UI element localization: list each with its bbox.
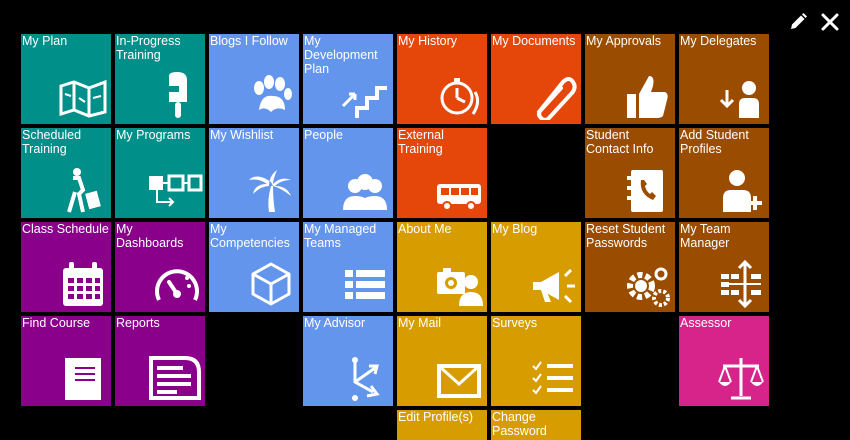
- tile-my-team-manager[interactable]: My Team Manager: [679, 222, 769, 312]
- calendar-icon: [59, 260, 107, 308]
- camera-person-icon: [435, 260, 483, 308]
- palm-tree-icon: [247, 166, 295, 214]
- tile-change-password[interactable]: Change Password: [491, 410, 581, 440]
- gauge-icon: [153, 260, 201, 308]
- tile-label: My Blog: [492, 222, 538, 236]
- tile-label: My Wishlist: [210, 128, 274, 142]
- tile-about-me[interactable]: About Me: [397, 222, 487, 312]
- stopwatch-icon: [435, 72, 483, 120]
- tile-external-training[interactable]: External Training: [397, 128, 487, 218]
- tile-label: Surveys: [492, 316, 538, 330]
- tile-my-wishlist[interactable]: My Wishlist: [209, 128, 299, 218]
- tile-label: Class Schedule: [22, 222, 109, 236]
- tile-my-development-plan[interactable]: My Development Plan: [303, 34, 393, 124]
- paw-icon: [247, 72, 295, 120]
- tile-label: Student Contact Info: [586, 128, 654, 156]
- report-icon: [147, 354, 203, 402]
- tile-my-delegates[interactable]: My Delegates: [679, 34, 769, 124]
- tile-label: Reset Student Passwords: [586, 222, 666, 250]
- tile-label: In-Progress Training: [116, 34, 181, 62]
- tile-my-mail[interactable]: My Mail: [397, 316, 487, 406]
- tile-label: Reports: [116, 316, 160, 330]
- tile-my-history[interactable]: My History: [397, 34, 487, 124]
- tile-label: Change Password: [492, 410, 547, 438]
- tile-label: Edit Profile(s): [398, 410, 474, 424]
- tile-my-programs[interactable]: My Programs: [115, 128, 205, 218]
- close-button[interactable]: [820, 12, 840, 32]
- cube-icon: [247, 260, 295, 308]
- tile-in-progress-training[interactable]: In-Progress Training: [115, 34, 205, 124]
- people-icon: [341, 166, 389, 214]
- map-icon: [59, 72, 107, 120]
- phonebook-icon: [623, 166, 671, 214]
- fork-arrow-icon: [341, 354, 389, 402]
- tile-find-course[interactable]: Find Course: [21, 316, 111, 406]
- checklist-icon: [529, 354, 577, 402]
- envelope-icon: [435, 354, 483, 402]
- tile-label: Add Student Profiles: [680, 128, 749, 156]
- tile-label: People: [304, 128, 343, 142]
- bus-icon: [435, 166, 483, 214]
- tile-label: Assessor: [680, 316, 732, 330]
- tile-my-approvals[interactable]: My Approvals: [585, 34, 675, 124]
- tile-my-advisor[interactable]: My Advisor: [303, 316, 393, 406]
- tile-assessor[interactable]: Assessor: [679, 316, 769, 406]
- scales-icon: [717, 354, 765, 402]
- tile-my-dashboards[interactable]: My Dashboards: [115, 222, 205, 312]
- tile-label: My Plan: [22, 34, 68, 48]
- tile-scheduled-training[interactable]: Scheduled Training: [21, 128, 111, 218]
- delegate-user-icon: [717, 72, 765, 120]
- tile-reset-student-passwords[interactable]: Reset Student Passwords: [585, 222, 675, 312]
- workflow-icon: [147, 166, 203, 214]
- tile-my-managed-teams[interactable]: My Managed Teams: [303, 222, 393, 312]
- tile-my-documents[interactable]: My Documents: [491, 34, 581, 124]
- tile-my-plan[interactable]: My Plan: [21, 34, 111, 124]
- thumbs-up-icon: [623, 72, 671, 120]
- tile-label: My Team Manager: [680, 222, 731, 250]
- traveler-icon: [59, 166, 107, 214]
- tile-label: My Approvals: [586, 34, 662, 48]
- tile-label: External Training: [398, 128, 444, 156]
- tile-label: Blogs I Follow: [210, 34, 288, 48]
- tile-student-contact-info[interactable]: Student Contact Info: [585, 128, 675, 218]
- edit-button[interactable]: [788, 12, 808, 32]
- tile-label: My Delegates: [680, 34, 757, 48]
- tile-label: My Mail: [398, 316, 442, 330]
- tile-my-competencies[interactable]: My Competencies: [209, 222, 299, 312]
- tile-label: About Me: [398, 222, 452, 236]
- tile-label: My Development Plan: [304, 34, 378, 76]
- stairs-icon: [341, 72, 389, 120]
- tile-add-student-profiles[interactable]: Add Student Profiles: [679, 128, 769, 218]
- tile-my-blog[interactable]: My Blog: [491, 222, 581, 312]
- add-user-icon: [717, 166, 765, 214]
- close-icon: [821, 13, 839, 31]
- megaphone-icon: [529, 260, 577, 308]
- tile-label: My Documents: [492, 34, 576, 48]
- tile-label: My Managed Teams: [304, 222, 377, 250]
- tile-label: My Competencies: [210, 222, 290, 250]
- paperclip-icon: [529, 72, 577, 120]
- tile-label: Scheduled Training: [22, 128, 82, 156]
- tile-reports[interactable]: Reports: [115, 316, 205, 406]
- pencil-icon: [791, 13, 807, 29]
- tile-label: My Dashboards: [116, 222, 184, 250]
- tile-surveys[interactable]: Surveys: [491, 316, 581, 406]
- tile-blogs-i-follow[interactable]: Blogs I Follow: [209, 34, 299, 124]
- tile-class-schedule[interactable]: Class Schedule: [21, 222, 111, 312]
- tile-label: Find Course: [22, 316, 91, 330]
- tile-label: My Advisor: [304, 316, 366, 330]
- list-icon: [341, 260, 389, 308]
- tile-label: My Programs: [116, 128, 191, 142]
- tile-edit-profiles[interactable]: Edit Profile(s): [397, 410, 487, 440]
- tile-label: My History: [398, 34, 458, 48]
- sort-grid-icon: [717, 260, 765, 308]
- popsicle-icon: [153, 72, 201, 120]
- gears-icon: [623, 260, 671, 308]
- book-icon: [59, 354, 107, 402]
- tile-people[interactable]: People: [303, 128, 393, 218]
